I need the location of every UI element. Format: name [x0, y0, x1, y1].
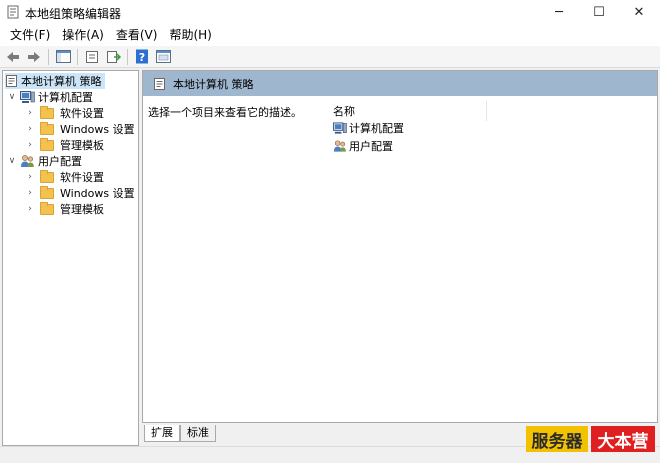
policy-document-icon	[7, 5, 19, 19]
export-list-icon[interactable]	[104, 48, 122, 66]
chevron-down-icon[interactable]: ∨	[7, 92, 17, 102]
tree-item-label: 管理模板	[60, 203, 104, 216]
tree-item-root[interactable]: 本地计算机 策略	[5, 73, 105, 89]
menu-action[interactable]: 操作(A)	[56, 24, 110, 46]
menu-help[interactable]: 帮助(H)	[163, 24, 217, 46]
window-title: 本地组策略编辑器	[25, 7, 122, 21]
computer-icon	[20, 90, 35, 103]
folder-icon	[40, 105, 54, 119]
chevron-right-icon[interactable]: ›	[25, 204, 35, 214]
watermark-logo-left: 服务器	[526, 426, 588, 452]
column-header-label: 名称	[333, 105, 355, 118]
policy-document-icon	[6, 75, 17, 87]
users-icon	[21, 155, 34, 167]
chevron-right-icon[interactable]: ›	[25, 172, 35, 182]
tree-item-label: 计算机配置	[38, 91, 93, 104]
tree-item-user-config[interactable]: ∨ 用户配置	[7, 153, 82, 169]
tree-item-label: 用户配置	[38, 155, 82, 168]
folder-icon	[40, 185, 54, 199]
view-icon[interactable]	[154, 48, 172, 66]
tree-item-user-windows-settings[interactable]: › Windows 设置	[25, 185, 135, 201]
tab-extended[interactable]: 扩展	[144, 425, 180, 442]
folder-icon	[40, 121, 54, 135]
menu-bar: 文件(F) 操作(A) 查看(V) 帮助(H)	[0, 24, 660, 46]
list-item-label: 用户配置	[349, 140, 393, 153]
list-item-user-config[interactable]: 用户配置	[333, 138, 393, 154]
tree-item-windows-settings[interactable]: › Windows 设置	[25, 121, 135, 137]
folder-icon	[40, 137, 54, 151]
minimize-button[interactable]: ─	[540, 0, 578, 24]
tree-item-label: 软件设置	[60, 107, 104, 120]
tree-item-admin-templates[interactable]: › 管理模板	[25, 137, 104, 153]
tree-item-user-admin-templates[interactable]: › 管理模板	[25, 201, 104, 217]
tab-standard[interactable]: 标准	[180, 425, 216, 442]
toolbar-separator	[77, 48, 78, 65]
help-icon[interactable]: ?	[133, 48, 151, 66]
svg-text:?: ?	[139, 51, 145, 64]
folder-icon	[40, 169, 54, 183]
details-pane[interactable]: 本地计算机 策略 选择一个项目来查看它的描述。 名称 计算机配置 用户配置	[142, 70, 658, 423]
view-tabs: 扩展 标准	[144, 424, 216, 442]
list-item-label: 计算机配置	[349, 122, 404, 135]
watermark-logo-right: 大本营	[591, 426, 655, 452]
list-item-computer-config[interactable]: 计算机配置	[333, 120, 404, 136]
tree-item-label: 本地计算机 策略	[21, 75, 102, 88]
tree-item-label: Windows 设置	[60, 187, 135, 200]
tree-item-software-settings[interactable]: › 软件设置	[25, 105, 104, 121]
properties-icon[interactable]	[83, 48, 101, 66]
title-bar: 本地组策略编辑器 ─ ☐ ✕	[0, 0, 660, 24]
close-button[interactable]: ✕	[620, 0, 658, 24]
tree-item-label: 软件设置	[60, 171, 104, 184]
chevron-down-icon[interactable]: ∨	[7, 156, 17, 166]
tree-item-label: 管理模板	[60, 139, 104, 152]
gpedit-window: 本地组策略编辑器 ─ ☐ ✕ 文件(F) 操作(A) 查看(V) 帮助(H) ?	[0, 0, 660, 463]
details-header: 本地计算机 策略	[143, 71, 657, 96]
toolbar: ?	[0, 46, 660, 68]
policy-document-icon	[154, 77, 165, 90]
forward-arrow-icon[interactable]	[25, 48, 43, 66]
users-icon	[333, 140, 346, 152]
column-header-name[interactable]: 名称	[333, 101, 487, 121]
toolbar-separator	[48, 48, 49, 65]
menu-file[interactable]: 文件(F)	[4, 24, 56, 46]
tree-pane[interactable]: 本地计算机 策略 ∨ 计算机配置 › 软件设置 › Windows 设置 › 管…	[2, 70, 139, 446]
menu-view[interactable]: 查看(V)	[110, 24, 164, 46]
folder-icon	[40, 201, 54, 215]
tree-item-label: Windows 设置	[60, 123, 135, 136]
chevron-right-icon[interactable]: ›	[25, 140, 35, 150]
description-text: 选择一个项目来查看它的描述。	[148, 106, 302, 119]
maximize-button[interactable]: ☐	[580, 0, 618, 24]
chevron-right-icon[interactable]: ›	[25, 188, 35, 198]
details-header-title: 本地计算机 策略	[173, 77, 254, 91]
back-arrow-icon[interactable]	[4, 48, 22, 66]
computer-icon	[333, 121, 347, 134]
chevron-right-icon[interactable]: ›	[25, 108, 35, 118]
toolbar-separator	[127, 48, 128, 65]
tree-item-computer-config[interactable]: ∨ 计算机配置	[7, 89, 93, 105]
tree-item-user-software-settings[interactable]: › 软件设置	[25, 169, 104, 185]
chevron-right-icon[interactable]: ›	[25, 124, 35, 134]
show-hide-tree-icon[interactable]	[54, 48, 72, 66]
